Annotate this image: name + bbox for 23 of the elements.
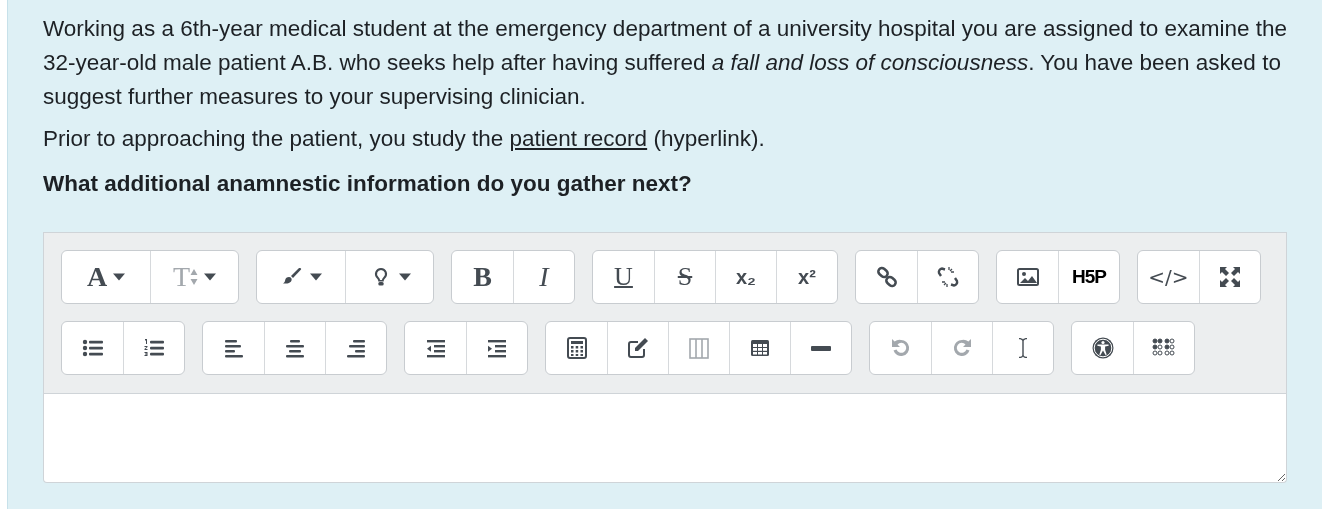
record-sentence: Prior to approaching the patient, you study the patient record (hyperlink). — [43, 125, 766, 153]
question-prompt: What additional anamnestic information do you gather next? — [43, 170, 693, 198]
subscript-button[interactable]: x₂ — [715, 251, 776, 303]
html-button[interactable]: </> — [1138, 251, 1199, 303]
columns-icon — [687, 336, 711, 360]
link-icon — [874, 265, 899, 289]
minus-icon — [811, 345, 831, 351]
intro-paragraph: Working as a 6th-year medical student at the emergency department of a university hospital you are assigned to examine the 32-year-old male patient A.B. who seeks help after having suffered a fall and loss of consciousness. You have been asked to suggest further measures to your supervising clinician. — [43, 15, 1287, 111]
italic-button[interactable]: I — [513, 251, 574, 303]
superscript-button[interactable]: x² — [776, 251, 837, 303]
strikethrough-button[interactable]: S — [654, 251, 715, 303]
patient-record-link[interactable]: patient record — [509, 126, 648, 151]
pencil-square-icon — [626, 336, 650, 360]
fullscreen-icon — [1218, 265, 1242, 289]
image-icon — [1015, 265, 1040, 289]
underline-button[interactable]: U — [593, 251, 654, 303]
h5p-button[interactable]: H5P — [1058, 251, 1119, 303]
up-down-arrows-icon — [190, 268, 199, 286]
accessibility-icon — [1090, 336, 1115, 360]
unlink-icon — [936, 265, 960, 289]
calculator-icon — [564, 336, 589, 360]
bold-button[interactable]: B — [452, 251, 513, 303]
font-button[interactable]: A — [62, 251, 150, 303]
